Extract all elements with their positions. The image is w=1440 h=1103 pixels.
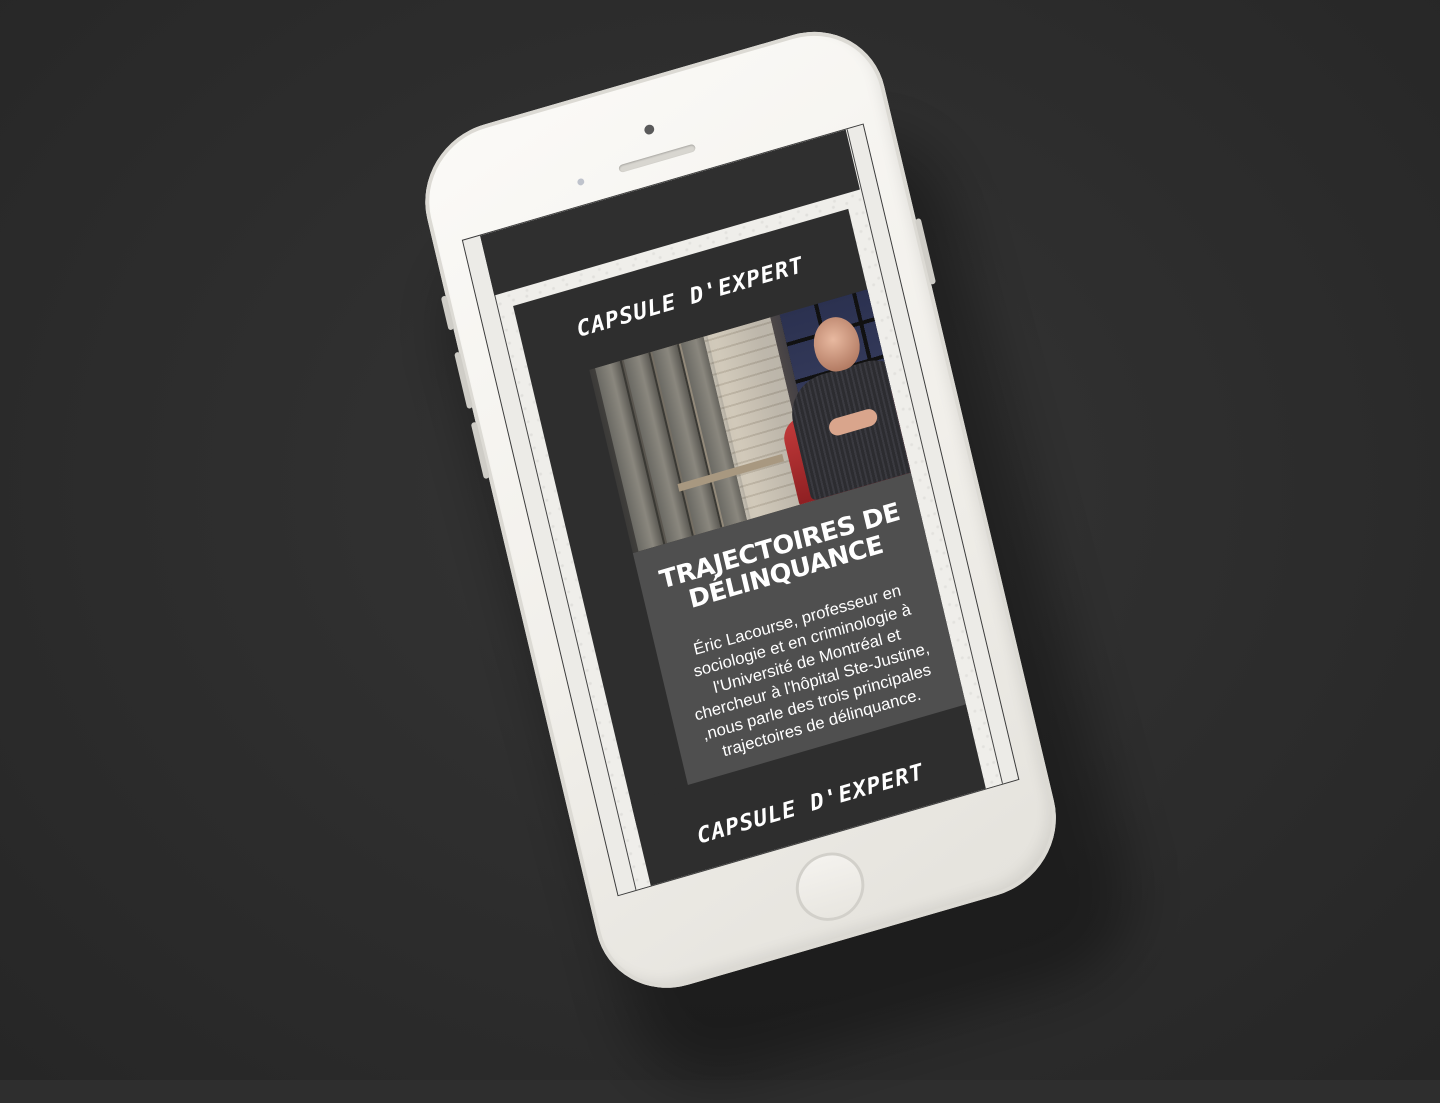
phone-device: CAPSULE D'EXPERT TRAJECTOIRES DE DÉLINQU (410, 13, 1072, 1007)
mockup-background: CAPSULE D'EXPERT TRAJECTOIRES DE DÉLINQU (0, 0, 1440, 1103)
